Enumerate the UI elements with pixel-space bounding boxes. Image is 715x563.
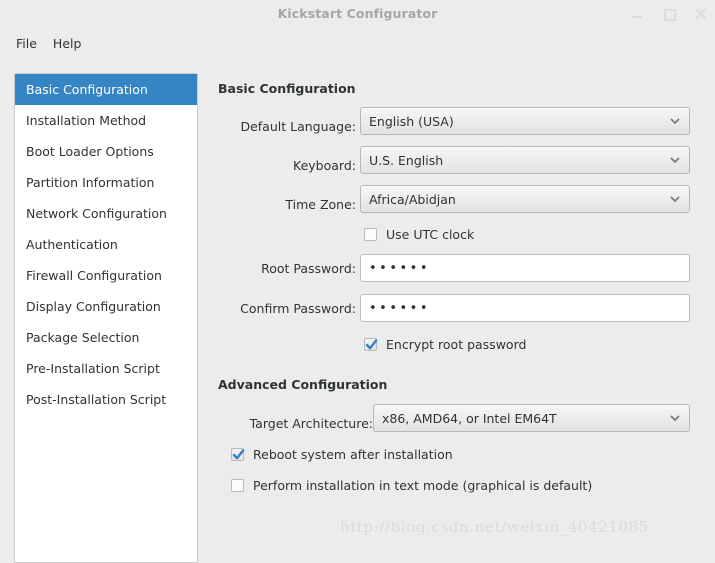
root-password-input[interactable]: •••••• xyxy=(360,254,690,282)
maximize-icon[interactable] xyxy=(661,6,677,22)
menu-item-file[interactable]: File xyxy=(8,33,45,54)
minimize-icon[interactable] xyxy=(629,6,645,22)
use-utc-clock-row[interactable]: Use UTC clock xyxy=(364,224,474,244)
keyboard-select[interactable]: U.S. English xyxy=(360,146,690,174)
checkmark-icon xyxy=(365,338,378,349)
sidebar-item-installation-method[interactable]: Installation Method xyxy=(15,105,197,136)
root-password-label: Root Password: xyxy=(261,261,356,276)
reboot-after-installation-row[interactable]: Reboot system after installation xyxy=(231,444,453,464)
target-architecture-select[interactable]: x86, AMD64, or Intel EM64T xyxy=(373,404,690,432)
default-language-select[interactable]: English (USA) xyxy=(360,107,690,135)
text-mode-installation-label: Perform installation in text mode (graph… xyxy=(253,477,593,493)
sidebar-item-basic-configuration[interactable]: Basic Configuration xyxy=(15,74,197,105)
navigation-sidebar[interactable]: Basic Configuration Installation Method … xyxy=(14,73,198,563)
sidebar-item-network-configuration[interactable]: Network Configuration xyxy=(15,198,197,229)
advanced-configuration-heading: Advanced Configuration xyxy=(218,377,388,392)
reboot-after-installation-label: Reboot system after installation xyxy=(253,446,453,462)
text-mode-installation-checkbox[interactable] xyxy=(231,478,244,492)
sidebar-item-package-selection[interactable]: Package Selection xyxy=(15,322,197,353)
basic-configuration-heading: Basic Configuration xyxy=(218,81,356,96)
menu-bar: File Help xyxy=(0,27,715,60)
chevron-down-icon xyxy=(670,196,680,202)
chevron-down-icon xyxy=(670,157,680,163)
time-zone-label: Time Zone: xyxy=(285,197,356,212)
text-mode-installation-row[interactable]: Perform installation in text mode (graph… xyxy=(231,475,592,495)
sidebar-item-boot-loader-options[interactable]: Boot Loader Options xyxy=(15,136,197,167)
default-language-label: Default Language: xyxy=(240,119,356,134)
sidebar-item-post-installation-script[interactable]: Post-Installation Script xyxy=(15,384,197,415)
confirm-password-value: •••••• xyxy=(369,300,431,316)
sidebar-item-firewall-configuration[interactable]: Firewall Configuration xyxy=(15,260,197,291)
chevron-down-icon xyxy=(670,415,680,421)
sidebar-item-display-configuration[interactable]: Display Configuration xyxy=(15,291,197,322)
reboot-after-installation-checkbox[interactable] xyxy=(231,447,245,461)
sidebar-item-pre-installation-script[interactable]: Pre-Installation Script xyxy=(15,353,197,384)
sidebar-item-authentication[interactable]: Authentication xyxy=(15,229,197,260)
window-title: Kickstart Configurator xyxy=(277,6,438,21)
root-password-value: •••••• xyxy=(369,260,431,276)
keyboard-label: Keyboard: xyxy=(293,158,356,173)
menu-item-help[interactable]: Help xyxy=(45,33,90,54)
encrypt-root-password-checkbox[interactable] xyxy=(364,337,378,351)
encrypt-root-password-label: Encrypt root password xyxy=(386,336,527,352)
sidebar-item-partition-information[interactable]: Partition Information xyxy=(15,167,197,198)
use-utc-clock-checkbox[interactable] xyxy=(364,227,377,241)
main-panel: Basic Configuration Default Language: En… xyxy=(218,73,698,548)
encrypt-root-password-row[interactable]: Encrypt root password xyxy=(364,334,526,354)
confirm-password-input[interactable]: •••••• xyxy=(360,294,690,322)
close-icon[interactable] xyxy=(693,6,709,22)
checkmark-icon xyxy=(232,448,245,459)
time-zone-select[interactable]: Africa/Abidjan xyxy=(360,185,690,213)
default-language-value: English (USA) xyxy=(369,113,454,129)
title-bar: Kickstart Configurator xyxy=(0,0,715,27)
watermark-text: http://blog.csdn.net/weixin_40421085 xyxy=(340,518,649,536)
time-zone-value: Africa/Abidjan xyxy=(369,191,456,207)
window-controls xyxy=(629,0,709,27)
confirm-password-label: Confirm Password: xyxy=(240,301,356,316)
use-utc-clock-label: Use UTC clock xyxy=(386,226,475,242)
target-architecture-label: Target Architecture: xyxy=(249,416,373,431)
target-architecture-value: x86, AMD64, or Intel EM64T xyxy=(382,410,557,426)
chevron-down-icon xyxy=(670,118,680,124)
keyboard-value: U.S. English xyxy=(369,152,444,168)
